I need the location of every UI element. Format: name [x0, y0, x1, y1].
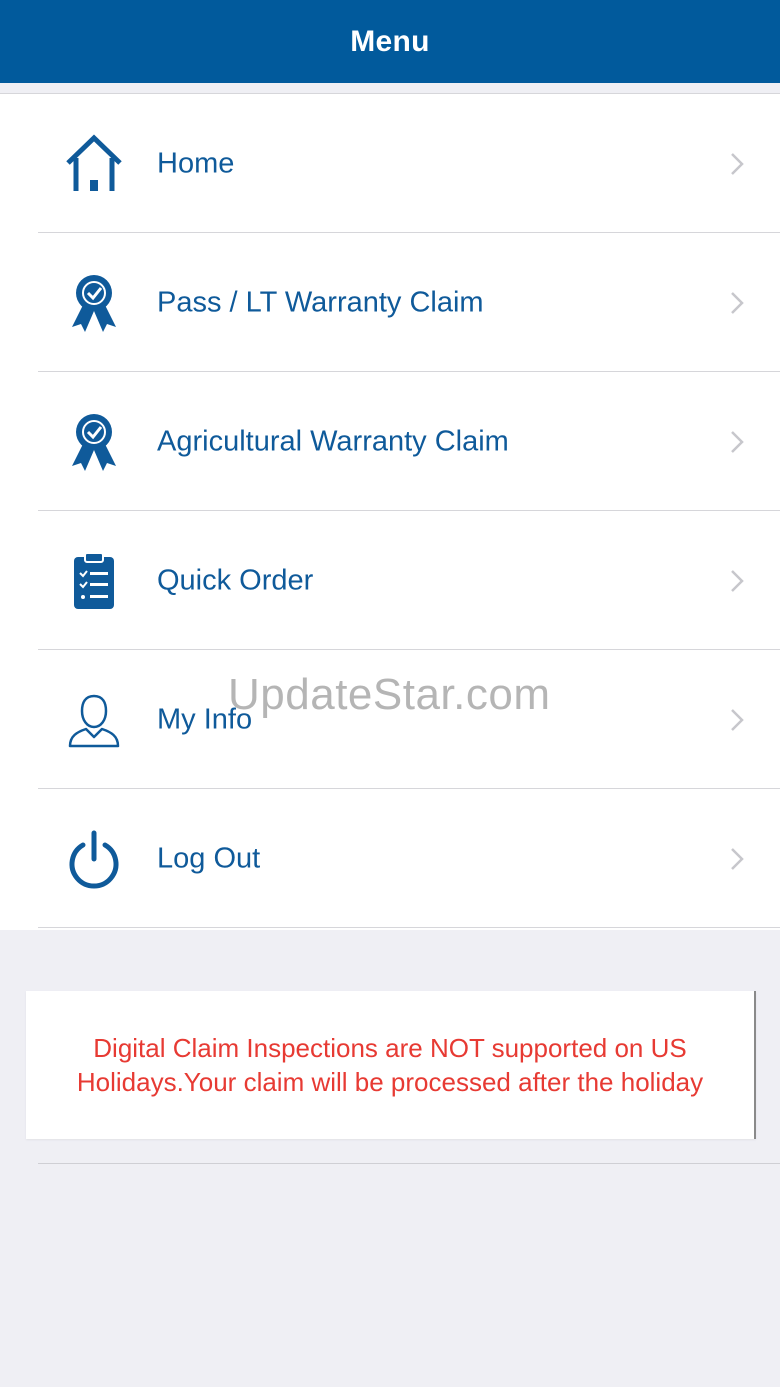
power-icon [64, 829, 124, 889]
notice-text: Digital Claim Inspections are NOT suppor… [76, 1033, 704, 1097]
menu-item-log-out[interactable]: Log Out [0, 789, 780, 928]
page-title: Menu [350, 24, 430, 58]
chevron-right-icon [731, 430, 744, 453]
menu-item-home[interactable]: Home [0, 94, 780, 233]
chevron-right-icon [731, 152, 744, 175]
menu-item-label: Pass / LT Warranty Claim [157, 286, 484, 318]
chevron-right-icon [731, 708, 744, 731]
menu-item-quick-order[interactable]: Quick Order [0, 511, 780, 650]
menu-item-label: Home [157, 147, 235, 179]
chevron-right-icon [731, 569, 744, 592]
header-bar: Menu [0, 0, 780, 83]
award-ribbon-icon [64, 412, 124, 472]
menu-item-my-info[interactable]: My Info [0, 650, 780, 789]
menu-item-label: Log Out [157, 842, 261, 874]
divider [38, 1163, 780, 1164]
menu-list: Home Pass / LT Warranty Claim Agricultur… [0, 93, 780, 930]
home-icon [64, 134, 124, 194]
user-icon [64, 690, 124, 750]
chevron-right-icon [731, 291, 744, 314]
menu-item-label: Quick Order [157, 564, 314, 596]
holiday-notice: Digital Claim Inspections are NOT suppor… [26, 991, 756, 1139]
menu-item-pass-lt-warranty-claim[interactable]: Pass / LT Warranty Claim [0, 233, 780, 372]
menu-item-agricultural-warranty-claim[interactable]: Agricultural Warranty Claim [0, 372, 780, 511]
clipboard-checklist-icon [64, 551, 124, 611]
chevron-right-icon [731, 847, 744, 870]
menu-item-label: My Info [157, 703, 253, 735]
menu-item-label: Agricultural Warranty Claim [157, 425, 509, 457]
award-ribbon-icon [64, 273, 124, 333]
